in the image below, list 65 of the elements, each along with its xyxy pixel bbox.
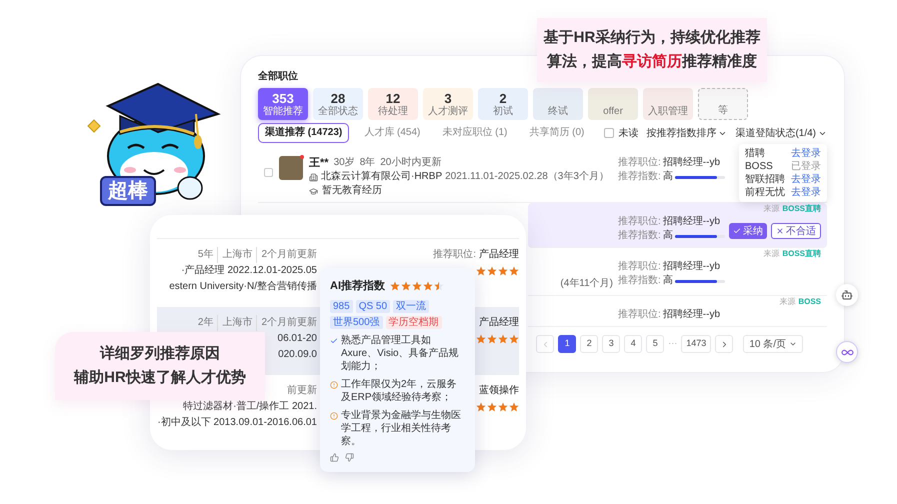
score-label: 推荐指数: [618,274,661,288]
tag: 双一流 [393,300,430,312]
candidate-detail: ·初中及以下 2013.09.01-2016.06.01 [157,416,317,430]
reason-text: 工作年限仅为2年，云服务及ERP领域经验待考察； [341,378,458,404]
mascot-badge: 超棒 [100,176,156,206]
unread-label: 未读 [618,126,638,140]
source-label: 来源 [763,203,780,215]
panel-title: 全部职位 [258,70,298,84]
tag: 学历空档期 [386,316,442,328]
channel-name: 智联招聘 [745,173,785,186]
candidate-detail: ·产品经理 2022.12.01-2025.05 [181,264,317,278]
candidate-detail: 特过滤器材·普工/操作工 2021. [183,400,317,414]
position-value: 招聘经理--yb [662,215,720,229]
education-text: 暂无教育经历 [322,184,382,198]
score-label: 推荐指数: [618,229,661,243]
position-value: 招聘经理--yb [662,260,720,274]
candidate-meta: 上海市 [217,315,252,331]
candidate-name: 王** [309,156,329,170]
source-label: 来源 [779,296,796,308]
tag: 985 [330,300,353,312]
source-channel: BOSS [798,296,821,308]
candidate-detail: 06.01-20 [278,332,317,346]
channel-name: 猎聘 [745,147,765,160]
source-label: 来源 [763,248,780,260]
reason-text: 熟悉产品管理工具如Axure、Visio、具备产品规划能力； [341,334,460,372]
score-value: 高 [662,274,673,288]
candidate-meta: 2个月前更新 [256,247,317,263]
position-value: 招聘经理--yb [662,308,720,322]
popup-title: AI推荐指数 [330,278,385,294]
position-label: 推荐职位: [618,215,661,229]
candidate-meta: 2年 [198,316,214,330]
position-value: 蓝领操作 [479,384,519,398]
tag: QS 50 [356,300,390,312]
candidate-detail: estern University·N/整合营销传播 [169,280,317,294]
position-label: 推荐职位: [618,156,661,170]
position-value: 产品经理 [479,316,519,330]
channel-name: BOSS [745,160,773,173]
callout-text: 基于HR采纳行为，持续优化推荐 算法，提高寻访简历推荐精准度 [544,28,760,72]
source-channel: BOSS直聘 [782,248,821,260]
login-status: 已登录 [791,160,821,173]
score-value: 高 [662,229,673,243]
candidate-meta: 前更新 [287,384,317,398]
position-value: 招聘经理--yb [662,156,720,170]
channel-name: 前程无忧 [745,186,785,199]
tag: 世界500强 [330,316,383,328]
score-label: 推荐指数: [618,170,661,184]
candidate-updated: 20小时内更新 [380,156,442,170]
pagination-ellipsis: ··· [668,337,678,350]
candidate-age: 30岁 [334,156,355,170]
company-text: 北森云计算有限公司·HRBP [321,170,442,184]
position-label: 推荐职位: [618,308,661,322]
period-text: (4年11个月) [560,277,613,291]
position-value: 产品经理 [479,248,519,262]
candidate-meta: 上海市 [217,247,252,263]
reason-text: 专业背景为金融学与生物医学工程，行业相关性待考察。 [341,408,462,448]
candidate-meta: 2个月前更新 [256,315,317,331]
source-channel: BOSS直聘 [782,203,821,215]
score-value: 高 [662,170,673,184]
candidate-meta: 5年 [198,248,214,262]
period-text: 2021.11.01-2025.02.28（3年3个月） [445,170,609,184]
candidate-detail: 020.09.0 [278,348,317,362]
position-label: 推荐职位: [433,248,476,262]
candidate-experience: 8年 [360,156,376,170]
position-label: 推荐职位: [618,260,661,274]
callout-text: 详细罗列推荐原因 辅助HR快速了解人才优势 [74,344,246,388]
